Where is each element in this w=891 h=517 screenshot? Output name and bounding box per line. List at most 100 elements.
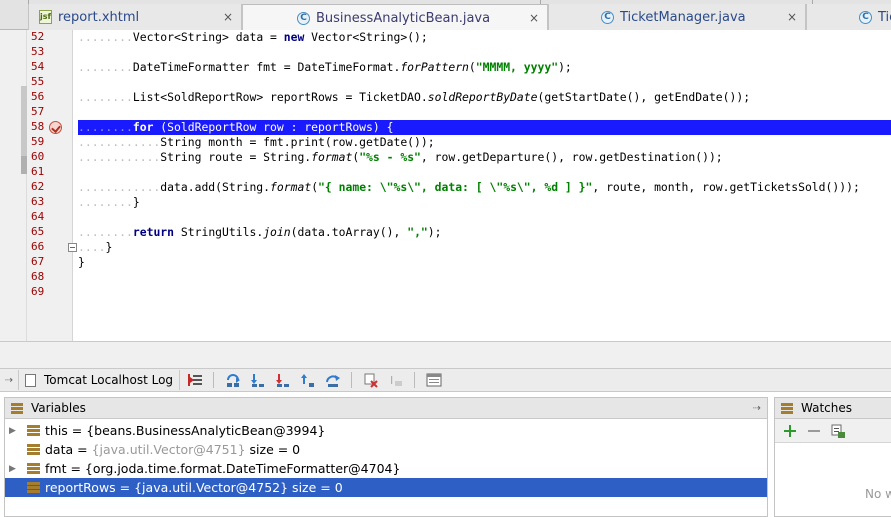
- step-out-icon[interactable]: [298, 371, 318, 389]
- tab-label: Tic: [878, 9, 891, 25]
- jsf-file-icon: jsf: [39, 10, 52, 24]
- close-icon[interactable]: ×: [223, 10, 233, 24]
- tab-tomcat-localhost-log[interactable]: Tomcat Localhost Log: [18, 370, 181, 390]
- code-line[interactable]: ........return StringUtils.join(data.toA…: [78, 225, 891, 240]
- debug-toolbar: ⇢ Tomcat Localhost Log I: [0, 368, 891, 392]
- line-number: 56: [31, 90, 45, 103]
- line-number: 63: [31, 195, 45, 208]
- variable-value: = {java.util.Vector@4752}: [115, 480, 289, 495]
- fold-icon[interactable]: [68, 243, 77, 252]
- watches-icon: [781, 402, 793, 414]
- line-number: 57: [31, 105, 45, 118]
- code-line[interactable]: }: [78, 255, 891, 270]
- code-line[interactable]: ........DateTimeFormatter fmt = DateTime…: [78, 60, 891, 75]
- code-line[interactable]: ............String month = fmt.print(row…: [78, 135, 891, 150]
- add-watch-icon[interactable]: [781, 423, 799, 439]
- code-line[interactable]: ........Vector<String> data = new Vector…: [78, 30, 891, 45]
- tab-report-xhtml[interactable]: jsf report.xhtml ×: [28, 4, 242, 30]
- run-to-cursor-icon[interactable]: [323, 371, 343, 389]
- code-line[interactable]: [78, 105, 891, 120]
- copy-watch-icon[interactable]: [829, 423, 847, 439]
- code-token: StringUtils.: [174, 225, 264, 239]
- expand-arrow-icon[interactable]: ▶: [9, 426, 19, 436]
- line-number: 67: [31, 255, 45, 268]
- code-token: ",": [407, 225, 428, 239]
- code-token: new: [283, 30, 305, 44]
- code-token: ............: [78, 180, 161, 194]
- class-icon: C: [601, 10, 614, 24]
- tab-label: report.xhtml: [58, 9, 140, 25]
- code-token: (: [468, 60, 476, 74]
- code-line[interactable]: [78, 210, 891, 225]
- field-icon: [27, 425, 40, 436]
- code-token: }: [78, 255, 85, 269]
- code-token: ............: [78, 135, 161, 149]
- tab-businessanalyticbean-java[interactable]: C BusinessAnalyticBean.java ×: [242, 4, 548, 31]
- code-line[interactable]: ........}: [78, 195, 891, 210]
- remove-watch-icon[interactable]: [805, 423, 823, 439]
- code-line[interactable]: [78, 285, 891, 300]
- line-number: 54: [31, 60, 45, 73]
- code-token: (SoldReportRow row : reportRows) {: [153, 120, 394, 134]
- drop-frame-icon[interactable]: [361, 371, 381, 389]
- code-line[interactable]: ....}: [78, 240, 891, 255]
- pin-icon[interactable]: ⇢: [0, 375, 18, 386]
- line-number: 65: [31, 225, 45, 238]
- code-token: for: [132, 120, 154, 134]
- code-token: ........: [78, 60, 133, 74]
- line-number: 61: [31, 165, 45, 178]
- code-line[interactable]: ........List<SoldReportRow> reportRows =…: [78, 90, 891, 105]
- variable-row[interactable]: reportRows = {java.util.Vector@4752} siz…: [5, 478, 767, 497]
- variable-row[interactable]: ▶ fmt = {org.joda.time.format.DateTimeFor…: [5, 459, 767, 478]
- frames-icon[interactable]: [424, 371, 444, 389]
- class-icon: C: [859, 10, 872, 24]
- code-line-current[interactable]: ........for (SoldReportRow row : reportR…: [78, 120, 891, 135]
- variables-header: Variables ⇢: [5, 398, 767, 419]
- code-token: }: [132, 195, 140, 209]
- toolbar-separator: [213, 372, 215, 388]
- line-number: 52: [31, 30, 45, 43]
- code-editor[interactable]: 52 53 54 55 56 57 58 59 60 61 62 63 64 65 66 67 68 69 ...…: [0, 30, 891, 341]
- step-over-icon[interactable]: [223, 371, 243, 389]
- line-number: 55: [31, 75, 45, 88]
- code-token: forPattern: [400, 60, 469, 74]
- evaluate-expression-icon: I: [386, 371, 406, 389]
- code-line[interactable]: [78, 165, 891, 180]
- code-token: DateTimeFormatter fmt = DateTimeFormat.: [132, 60, 401, 74]
- step-into-icon[interactable]: [248, 371, 268, 389]
- variable-name: this: [45, 423, 68, 438]
- code-line[interactable]: [78, 270, 891, 285]
- code-line[interactable]: [78, 75, 891, 90]
- code-token: "{ name: \"%s\", data: [ \"%s\", %d ] }": [318, 180, 593, 194]
- field-icon: [27, 444, 40, 455]
- tab-ticketmanager-java[interactable]: C TicketManager.java ×: [548, 4, 806, 30]
- tab-partial[interactable]: C Tic: [806, 4, 891, 30]
- panel-splitter[interactable]: [0, 341, 891, 368]
- code-token: ....: [78, 240, 106, 254]
- code-line[interactable]: ............String route = String.format…: [78, 150, 891, 165]
- code-line[interactable]: [78, 45, 891, 60]
- class-icon: C: [297, 11, 310, 25]
- code-token: join: [263, 225, 291, 239]
- field-icon: [27, 463, 40, 474]
- line-number-gutter: 52 53 54 55 56 57 58 59 60 61 62 63 64 65 66 67 68 69: [27, 30, 77, 341]
- no-watches-text: No w: [865, 487, 891, 501]
- code-area[interactable]: ........Vector<String> data = new Vector…: [78, 30, 891, 341]
- force-step-into-icon[interactable]: [273, 371, 293, 389]
- code-token: data.add(String.: [160, 180, 271, 194]
- breakpoint-icon[interactable]: [49, 121, 62, 134]
- pin-icon[interactable]: ⇢: [753, 403, 761, 414]
- editor-tab-bar: jsf report.xhtml × C BusinessAnalyticBea…: [0, 0, 891, 31]
- tab-label: BusinessAnalyticBean.java: [316, 10, 491, 26]
- expand-arrow-icon[interactable]: ▶: [9, 464, 19, 474]
- close-icon[interactable]: ×: [529, 11, 539, 25]
- variable-row[interactable]: ▶ this = {beans.BusinessAnalyticBean@3994…: [5, 421, 767, 440]
- field-icon: [27, 482, 40, 493]
- code-token: format: [270, 180, 312, 194]
- code-token: "%s - %s": [359, 150, 421, 164]
- close-icon[interactable]: ×: [787, 10, 797, 24]
- log-tab-label: Tomcat Localhost Log: [44, 373, 174, 387]
- show-execution-point-icon[interactable]: [185, 371, 205, 389]
- variable-row[interactable]: data = {java.util.Vector@4751} size = 0: [5, 440, 767, 459]
- code-line[interactable]: ............data.add(String.format("{ na…: [78, 180, 891, 195]
